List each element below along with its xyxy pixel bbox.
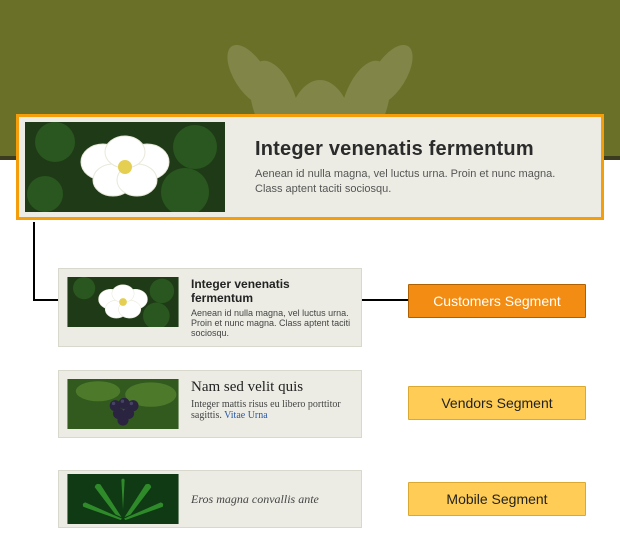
variant-desc: Eros magna convallis ante: [191, 492, 319, 506]
green-leaves-thumbnail: [67, 474, 179, 524]
variant-card-customers: Integer venenatis fermentum Aenean id nu…: [58, 268, 362, 347]
variant-title: Integer venenatis fermentum: [191, 277, 353, 305]
segment-label-customers: Customers Segment: [408, 284, 586, 318]
variant-link[interactable]: Vitae Urna: [224, 410, 268, 421]
variant-text: Eros magna convallis ante: [191, 492, 319, 507]
variant-desc: Aenean id nulla magna, vel luctus urna. …: [191, 308, 350, 338]
main-card-desc: Aenean id nulla magna, vel luctus urna. …: [255, 167, 583, 197]
segment-text: Vendors Segment: [441, 395, 552, 411]
variant-text: Nam sed velit quis Integer mattis risus …: [191, 379, 353, 421]
segment-text: Customers Segment: [433, 293, 561, 309]
variant-card-vendors: Nam sed velit quis Integer mattis risus …: [58, 370, 362, 438]
main-card: Integer venenatis fermentum Aenean id nu…: [16, 114, 604, 220]
white-flower-thumbnail: [25, 122, 225, 212]
main-card-title: Integer venenatis fermentum: [255, 138, 583, 161]
segment-label-vendors: Vendors Segment: [408, 386, 586, 420]
main-card-text: Integer venenatis fermentum Aenean id nu…: [225, 132, 595, 203]
segment-label-mobile: Mobile Segment: [408, 482, 586, 516]
grapes-thumbnail: [67, 379, 179, 429]
segment-text: Mobile Segment: [446, 491, 547, 507]
variant-title: Nam sed velit quis: [191, 379, 353, 396]
variant-card-mobile: Eros magna convallis ante: [58, 470, 362, 528]
white-flower-thumbnail: [67, 277, 179, 327]
diagram-canvas: Integer venenatis fermentum Aenean id nu…: [0, 0, 620, 540]
variant-text: Integer venenatis fermentum Aenean id nu…: [191, 277, 353, 338]
